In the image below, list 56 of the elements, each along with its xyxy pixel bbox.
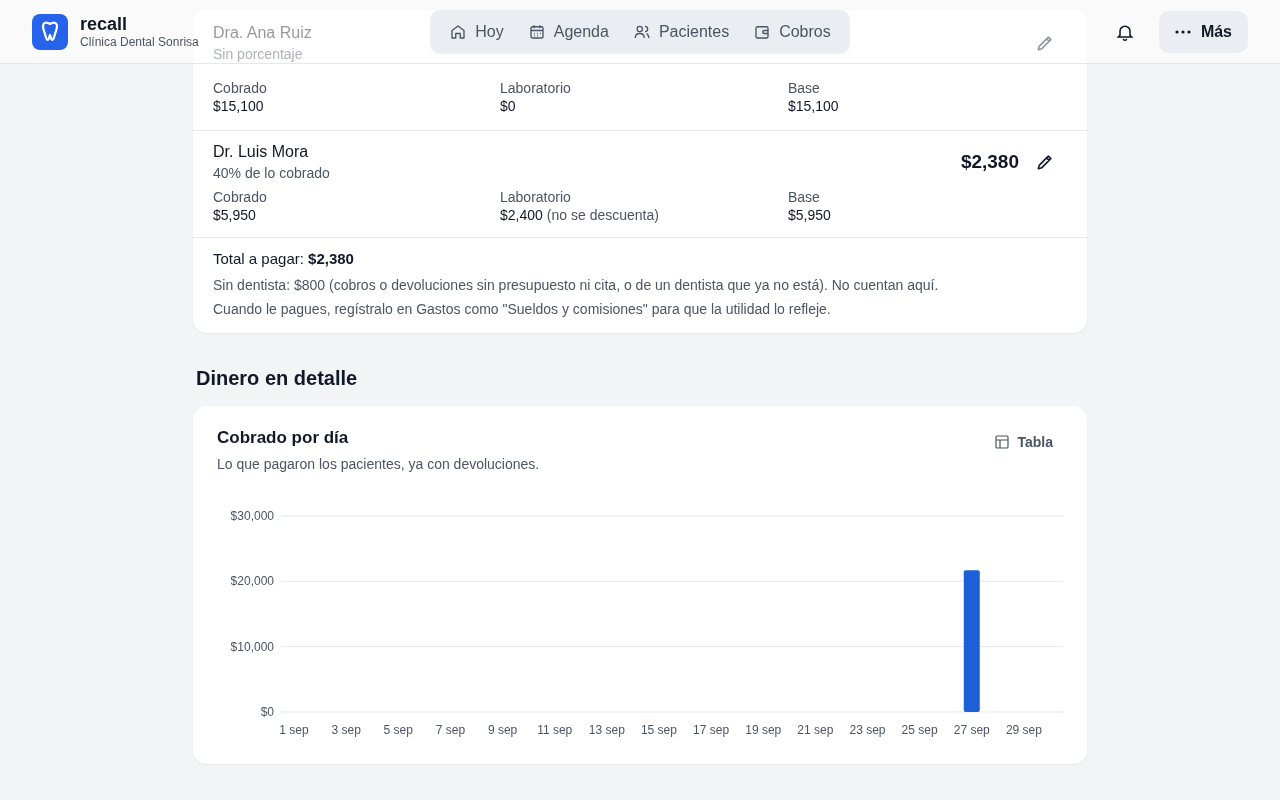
x-axis-label: 5 sep — [383, 723, 413, 737]
total-text: Total a pagar: $2,380 — [213, 250, 355, 267]
field-label: Base — [788, 80, 821, 96]
x-axis-label: 9 sep — [487, 723, 518, 737]
field-label: Cobrado — [213, 80, 268, 96]
note-text: Cuando le pagues, regístralo en Gastos como "Sueldos y comisiones" para que la utilidad lo refleje. — [213, 300, 832, 319]
table-icon — [994, 434, 1011, 450]
y-axis-label: $0 — [260, 705, 274, 719]
field-value: $5,950 — [213, 207, 257, 223]
commission-rule: Sin porcentaje — [213, 46, 304, 62]
x-axis-label: 23 sep — [849, 723, 886, 737]
x-axis-label: 7 sep — [435, 723, 466, 737]
nav-tab[interactable]: Cobros — [742, 14, 842, 49]
x-axis-label: 3 sep — [331, 723, 361, 737]
field-value: $5,950 — [788, 207, 832, 223]
x-axis-label: 25 sep — [901, 723, 938, 737]
field-label: Laboratorio — [500, 189, 572, 205]
field-note: (no se descuenta) — [546, 207, 659, 223]
x-axis-label: 29 sep — [1005, 723, 1042, 737]
chart-title: Cobrado por día — [217, 428, 350, 448]
app-name: recall — [80, 14, 129, 35]
dentist-name: Dr. Luis Mora — [213, 143, 310, 161]
nav-tab[interactable]: Pacientes — [621, 14, 741, 49]
field-label: Cobrado — [213, 189, 268, 205]
note-text: Sin dentista: $800 (cobros o devoluciones sin presupuesto ni cita, o de un dentista que ya no está). No cuentan aquí. — [213, 276, 940, 295]
x-axis-label: 19 sep — [745, 723, 782, 737]
x-axis-label: 17 sep — [693, 723, 730, 737]
clinic-name: Clínica Dental Sonrisa — [80, 35, 199, 49]
edit-icon[interactable] — [1035, 152, 1055, 172]
calendar-icon — [527, 22, 546, 41]
x-axis-label: 27 sep — [953, 723, 990, 737]
field-value: $0 — [500, 98, 516, 114]
field-value: $2,400 — [500, 207, 543, 223]
dentist-name: Dra. Ana Ruiz — [213, 24, 312, 42]
field-value: $15,100 — [788, 98, 840, 114]
x-axis-label: 15 sep — [640, 723, 677, 737]
x-axis-label: 13 sep — [588, 723, 625, 737]
y-axis-label: $30,000 — [230, 509, 274, 523]
commission-amount: $2,380 — [960, 151, 1019, 173]
commission-rule: 40% de lo cobrado — [213, 165, 330, 181]
section-title: Dinero en detalle — [196, 367, 359, 390]
field-label: Base — [788, 189, 821, 205]
nav-tab[interactable]: Hoy — [438, 14, 515, 49]
table-button[interactable]: Tabla — [984, 428, 1063, 456]
tooth-logo-icon — [32, 13, 68, 50]
ellipsis-icon — [1174, 29, 1191, 34]
chart-subtitle: Lo que pagaron los pacientes, ya con devoluciones. — [217, 456, 540, 472]
more-button[interactable]: Más — [1158, 10, 1248, 53]
nav-tab[interactable]: Agenda — [516, 14, 620, 49]
field-value: $15,100 — [213, 98, 265, 114]
y-axis-label: $10,000 — [230, 639, 274, 654]
x-axis-label: 21 sep — [797, 723, 834, 737]
y-axis-label: $20,000 — [230, 574, 274, 589]
x-axis-label: 1 sep — [279, 723, 309, 737]
x-axis-label: 11 sep — [537, 723, 573, 737]
field-label: Laboratorio — [500, 80, 572, 96]
